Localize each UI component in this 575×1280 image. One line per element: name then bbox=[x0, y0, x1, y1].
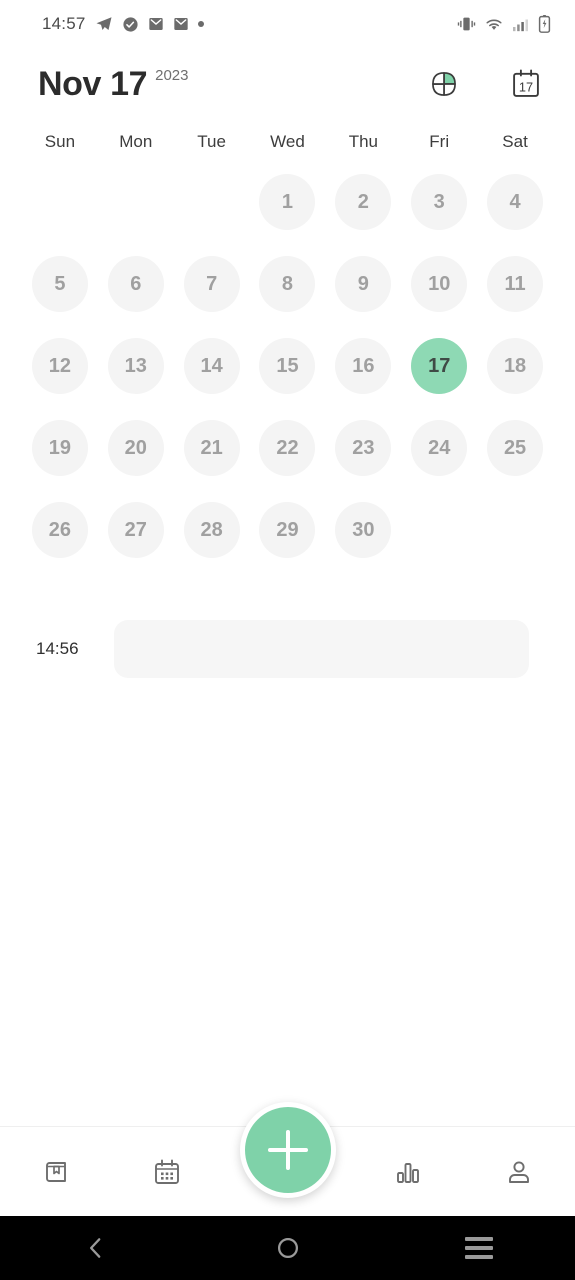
calendar-day[interactable]: 22 bbox=[259, 420, 316, 476]
calendar-day[interactable]: 11 bbox=[487, 256, 544, 312]
add-entry-button[interactable] bbox=[239, 1102, 336, 1198]
nav-stats[interactable] bbox=[353, 1127, 464, 1216]
calendar-day-selected[interactable]: 17 bbox=[411, 338, 468, 394]
calendar-day[interactable]: 29 bbox=[259, 502, 316, 558]
status-bar-left: 14:57 bbox=[42, 14, 204, 34]
calendar-day[interactable]: 6 bbox=[107, 256, 164, 312]
cellular-signal-icon bbox=[513, 19, 528, 31]
vibrate-icon bbox=[457, 17, 476, 31]
app-root: 14:57 Nov 17 2023 17 Sun Mon Tue Wed Thu… bbox=[0, 0, 575, 1280]
calendar-day[interactable]: 14 bbox=[183, 338, 240, 394]
weekday-label: Sat bbox=[502, 132, 528, 151]
status-bar-clock: 14:57 bbox=[42, 14, 86, 33]
bar-chart-icon bbox=[397, 1162, 420, 1183]
calendar-day[interactable]: 18 bbox=[487, 338, 544, 394]
calendar-day[interactable]: 30 bbox=[335, 502, 392, 558]
calendar-day[interactable]: 19 bbox=[31, 420, 88, 476]
circle-icon bbox=[277, 1237, 298, 1259]
dot-icon bbox=[197, 21, 204, 27]
mail-icon bbox=[173, 18, 188, 30]
weekday-label: Fri bbox=[429, 132, 450, 151]
home-button[interactable] bbox=[192, 1235, 384, 1261]
calendar-day[interactable]: 13 bbox=[107, 338, 164, 394]
calendar-day[interactable]: 24 bbox=[411, 420, 468, 476]
weekday-label: Tue bbox=[197, 132, 226, 151]
calendar-day[interactable]: 8 bbox=[259, 256, 316, 312]
page-title-date: Nov 17 bbox=[38, 65, 148, 103]
calendar-day-icon: 17 bbox=[513, 69, 539, 97]
wifi-icon bbox=[486, 18, 502, 30]
nav-profile[interactable] bbox=[464, 1127, 575, 1216]
calendar-day[interactable]: 16 bbox=[335, 338, 392, 394]
weekday-label: Mon bbox=[119, 132, 153, 151]
calendar-day[interactable]: 3 bbox=[411, 174, 468, 230]
book-bookmark-icon bbox=[45, 1161, 66, 1182]
calendar-day-grid: 1 2 3 4 5 6 7 8 9 10 11 12 13 14 15 16 17 18 19 20 21 22 23 24 2… bbox=[0, 152, 575, 558]
entry-card[interactable] bbox=[114, 620, 529, 678]
header-actions: 17 bbox=[423, 63, 547, 105]
calendar-day[interactable]: 23 bbox=[335, 420, 392, 476]
calendar-day[interactable]: 10 bbox=[411, 256, 468, 312]
android-navigation-bar bbox=[0, 1216, 575, 1280]
calendar-grid-icon bbox=[154, 1159, 179, 1184]
person-icon bbox=[509, 1160, 530, 1183]
page-title-year: 2023 bbox=[155, 67, 189, 84]
mail-icon bbox=[148, 18, 163, 30]
calendar-day[interactable]: 5 bbox=[31, 256, 88, 312]
calendar-day[interactable]: 12 bbox=[31, 338, 88, 394]
calendar-day[interactable]: 27 bbox=[107, 502, 164, 558]
check-circle-icon bbox=[122, 16, 138, 32]
calendar-day[interactable]: 9 bbox=[335, 256, 392, 312]
status-bar: 14:57 bbox=[0, 0, 575, 48]
weekday-label: Sun bbox=[44, 132, 76, 151]
calendar-day-empty bbox=[184, 174, 240, 230]
today-button-label: 17 bbox=[519, 80, 533, 95]
calendar-day[interactable]: 25 bbox=[487, 420, 544, 476]
status-bar-right bbox=[457, 15, 551, 33]
calendar-day[interactable]: 2 bbox=[335, 174, 392, 230]
weekday-label: Wed bbox=[270, 132, 305, 151]
menu-lines-icon bbox=[465, 1237, 494, 1259]
calendar-day[interactable]: 4 bbox=[487, 174, 544, 230]
calendar-day[interactable]: 1 bbox=[259, 174, 316, 230]
entry-time: 14:56 bbox=[36, 639, 79, 658]
calendar-day[interactable]: 15 bbox=[259, 338, 316, 394]
page-title: Nov 17 2023 bbox=[38, 65, 188, 103]
battery-charging-icon bbox=[538, 15, 551, 33]
pinwheel-button[interactable] bbox=[423, 63, 465, 105]
recents-button[interactable] bbox=[383, 1237, 575, 1259]
nav-journal[interactable] bbox=[0, 1127, 111, 1216]
plus-icon bbox=[267, 1130, 308, 1170]
back-button[interactable] bbox=[0, 1235, 192, 1261]
today-button[interactable]: 17 bbox=[505, 63, 547, 105]
page-header: Nov 17 2023 17 bbox=[0, 48, 575, 120]
calendar-day[interactable]: 26 bbox=[31, 502, 88, 558]
entry-row: 14:56 bbox=[36, 620, 529, 678]
calendar-day-empty bbox=[32, 174, 88, 230]
calendar-day[interactable]: 20 bbox=[107, 420, 164, 476]
weekday-header-row: Sun Mon Tue Wed Thu Fri Sat bbox=[0, 132, 575, 152]
calendar-day-empty bbox=[108, 174, 164, 230]
telegram-icon bbox=[96, 17, 112, 30]
chevron-left-icon bbox=[89, 1238, 101, 1258]
calendar-day[interactable]: 28 bbox=[183, 502, 240, 558]
entry-list: 14:56 bbox=[0, 620, 575, 678]
calendar-day[interactable]: 21 bbox=[183, 420, 240, 476]
weekday-label: Thu bbox=[348, 132, 378, 151]
calendar-day[interactable]: 7 bbox=[183, 256, 240, 312]
nav-calendar[interactable] bbox=[111, 1127, 222, 1216]
pinwheel-icon bbox=[432, 72, 456, 96]
